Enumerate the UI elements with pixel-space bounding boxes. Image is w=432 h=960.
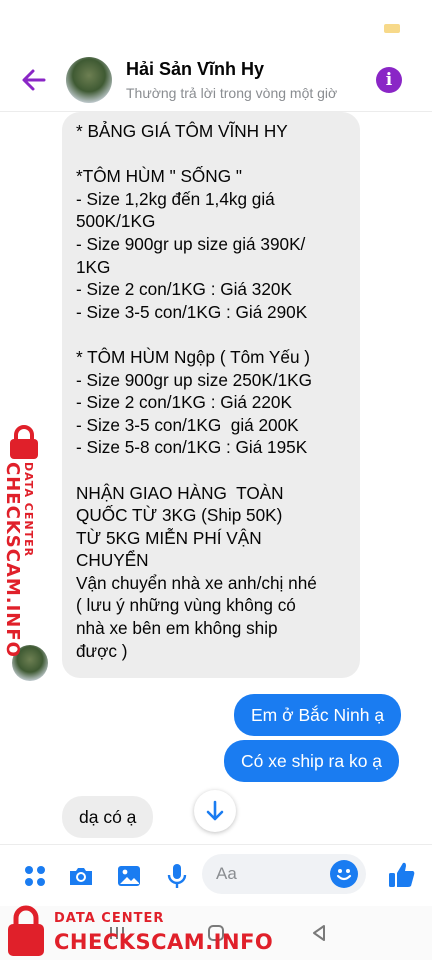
message-line: *TÔM HÙM " SỐNG " bbox=[76, 166, 242, 187]
back-arrow-icon[interactable] bbox=[18, 64, 50, 96]
thumbs-up-icon[interactable] bbox=[386, 859, 416, 889]
gallery-icon[interactable] bbox=[114, 861, 144, 891]
message-line: 500K/1KG bbox=[76, 211, 156, 232]
message-line: NHẬN GIAO HÀNG TOÀN bbox=[76, 482, 284, 503]
contact-status: Thường trả lời trong vòng một giờ bbox=[126, 85, 338, 101]
message-line: * TÔM HÙM Ngộp ( Tôm Yếu ) bbox=[76, 346, 311, 367]
arrow-down-icon bbox=[206, 800, 224, 821]
message-line: - Size 3-5 con/1KG : Giá 290K bbox=[76, 301, 308, 322]
message-line: Vận chuyển nhà xe anh/chị nhé bbox=[76, 572, 317, 593]
message-line: QUỐC TỪ 3KG (Ship 50K) bbox=[76, 505, 283, 526]
incoming-message: dạ có ạ bbox=[62, 796, 154, 838]
message-line: * BẢNG GIÁ TÔM VĨNH HY bbox=[76, 121, 288, 141]
message-line: - Size 900gr up size giá 390K/ bbox=[76, 233, 306, 254]
message-input[interactable]: Aa bbox=[202, 854, 366, 894]
message-line: 1KG bbox=[76, 256, 111, 277]
message-input-placeholder: Aa bbox=[216, 864, 237, 883]
message-line: - Size 900gr up size 250K/1KG bbox=[76, 369, 312, 390]
message-line: TỪ 5KG MIỄN PHÍ VẬN bbox=[76, 527, 262, 548]
incoming-message-price-list: * BẢNG GIÁ TÔM VĨNH HY *TÔM HÙM " SỐNG " -… bbox=[62, 112, 360, 678]
message-line: nhà xe bên em không ship bbox=[76, 618, 278, 639]
message-line: được ) bbox=[76, 640, 128, 661]
message-composer: Aa bbox=[0, 844, 432, 906]
message-line: - Size 1,2kg đến 1,4kg giá bbox=[76, 188, 275, 209]
emoji-icon[interactable] bbox=[330, 860, 358, 888]
message-line: CHUYỂN bbox=[76, 550, 149, 571]
message-list[interactable]: * BẢNG GIÁ TÔM VĨNH HY *TÔM HÙM " SỐNG " -… bbox=[0, 112, 432, 844]
back-nav-icon[interactable] bbox=[306, 920, 332, 946]
watermark-small-text: DATA CENTER bbox=[22, 462, 35, 558]
watermark-large-text: CHECKSCAM.INFO bbox=[2, 462, 23, 658]
outgoing-message: Em ở Bắc Ninh ạ bbox=[234, 694, 402, 736]
status-bar bbox=[0, 0, 432, 48]
watermark-small-text: DATA CENTER bbox=[54, 911, 165, 926]
info-icon[interactable]: i bbox=[376, 67, 402, 93]
battery-icon bbox=[384, 24, 400, 33]
message-line: - Size 5-8 con/1KG : Giá 195K bbox=[76, 437, 308, 458]
message-line: - Size 2 con/1KG : Giá 220K bbox=[76, 392, 292, 413]
microphone-icon[interactable] bbox=[162, 861, 192, 891]
message-line: - Size 3-5 con/1KG giá 200K bbox=[76, 414, 299, 435]
watermark-bottom: DATA CENTER CHECKSCAM.INFO bbox=[0, 902, 300, 960]
scroll-to-bottom-button[interactable] bbox=[194, 790, 236, 832]
contact-name[interactable]: Hải Sản Vĩnh Hy bbox=[126, 59, 264, 80]
lock-icon bbox=[10, 425, 38, 459]
outgoing-message: Có xe ship ra ko ạ bbox=[224, 740, 400, 782]
lock-icon bbox=[8, 905, 44, 956]
avatar[interactable] bbox=[66, 57, 112, 103]
message-line: ( lưu ý những vùng không có bbox=[76, 595, 296, 616]
conversation-header: Hải Sản Vĩnh Hy Thường trả lời trong vòn… bbox=[0, 48, 432, 112]
watermark-large-text: CHECKSCAM.INFO bbox=[54, 930, 274, 954]
apps-grid-icon[interactable] bbox=[20, 861, 50, 891]
message-line: - Size 2 con/1KG : Giá 320K bbox=[76, 279, 292, 300]
watermark-side: DATA CENTER CHECKSCAM.INFO bbox=[0, 424, 48, 658]
camera-icon[interactable] bbox=[66, 861, 96, 891]
